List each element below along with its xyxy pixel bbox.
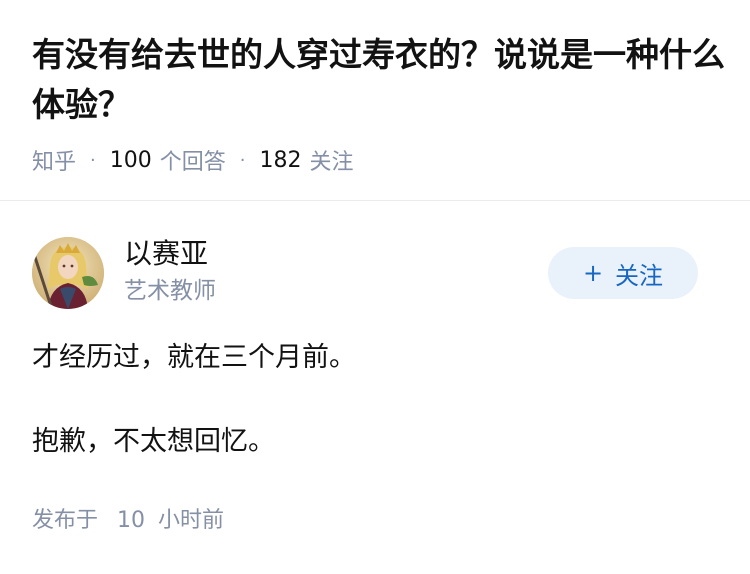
published-unit: 小时前 <box>158 508 225 533</box>
plus-icon: + <box>582 259 604 287</box>
illustrated-character-avatar-icon <box>32 237 104 309</box>
author-avatar[interactable] <box>32 237 104 309</box>
answer-card: 以赛亚 艺术教师 + 关注 才经历过，就在三个月前。 抱歉，不太想回忆。 发布于… <box>0 201 750 574</box>
published-label: 发布于 <box>32 508 99 533</box>
question-meta: 知乎 · 100 个回答 · 182 关注 <box>32 142 354 178</box>
question-header: 有没有给去世的人穿过寿衣的？说说是一种什么体验？ 知乎 · 100 个回答 · … <box>0 0 750 200</box>
meta-separator: · <box>90 149 96 171</box>
question-title[interactable]: 有没有给去世的人穿过寿衣的？说说是一种什么体验？ <box>32 30 732 130</box>
answers-count: 100 <box>109 147 152 173</box>
answer-publish-time: 发布于 10 小时前 <box>32 505 224 537</box>
answers-label: 个回答 <box>159 150 226 175</box>
followers-count: 182 <box>259 147 302 173</box>
answer-paragraph: 才经历过，就在三个月前。 <box>32 342 356 373</box>
author-name[interactable]: 以赛亚 <box>124 235 208 273</box>
answer-content: 才经历过，就在三个月前。 抱歉，不太想回忆。 <box>32 337 722 463</box>
followers-label: 关注 <box>309 150 354 175</box>
published-number: 10 <box>117 508 146 533</box>
author-role: 艺术教师 <box>124 278 216 304</box>
follow-button[interactable]: + 关注 <box>548 247 698 299</box>
answer-paragraph: 抱歉，不太想回忆。 <box>32 426 275 457</box>
source-label[interactable]: 知乎 <box>32 144 76 176</box>
zhihu-answer-page: 有没有给去世的人穿过寿衣的？说说是一种什么体验？ 知乎 · 100 个回答 · … <box>0 0 750 574</box>
meta-separator: · <box>239 149 246 171</box>
follow-button-label: 关注 <box>615 261 664 290</box>
